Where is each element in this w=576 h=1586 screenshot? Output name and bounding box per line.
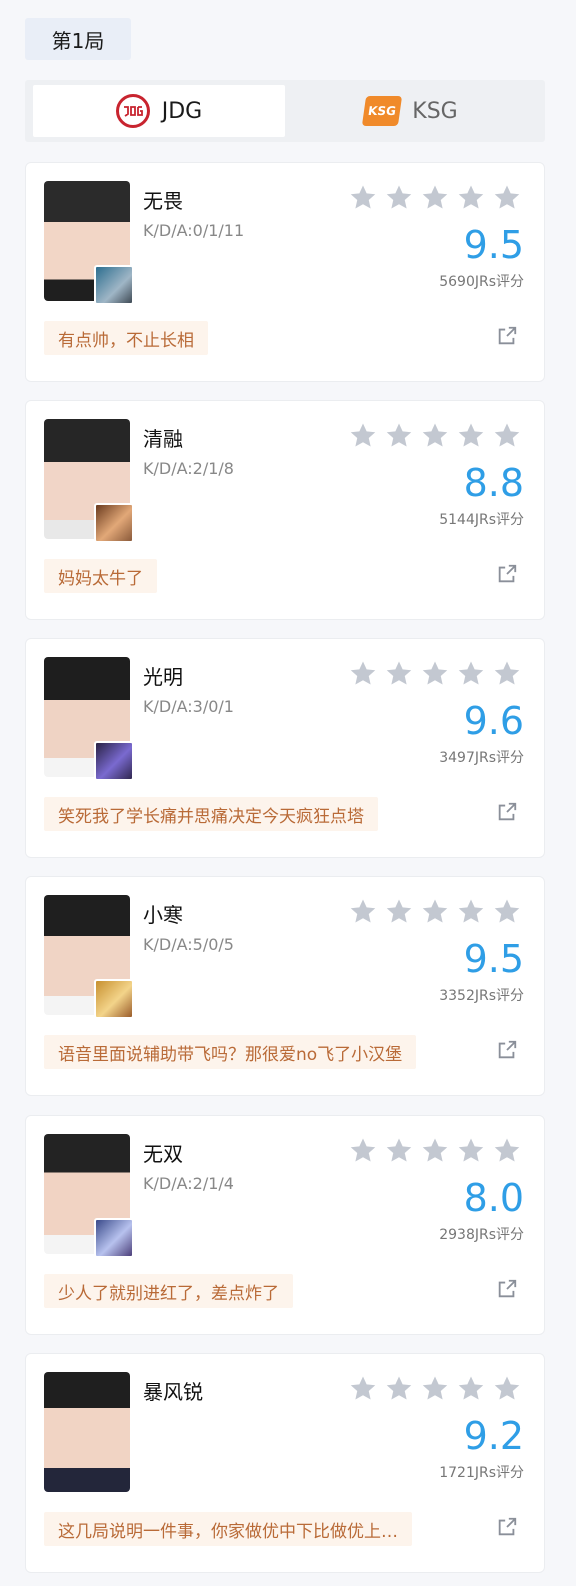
rating-stars[interactable] bbox=[348, 183, 522, 213]
star-icon[interactable] bbox=[456, 659, 486, 689]
share-icon[interactable] bbox=[496, 1278, 518, 1300]
player-name: 暴风锐 bbox=[143, 1380, 203, 1404]
top-comment[interactable]: 有点帅，不止长相 bbox=[44, 321, 208, 355]
star-icon[interactable] bbox=[420, 183, 450, 213]
star-icon[interactable] bbox=[348, 183, 378, 213]
top-strip bbox=[0, 0, 576, 6]
player-card[interactable]: 无畏 K/D/A:0/1/11 9.5 5690JRs评分 有点帅，不止长相 bbox=[25, 162, 545, 382]
star-icon[interactable] bbox=[348, 1374, 378, 1404]
player-score: 8.0 bbox=[463, 1176, 524, 1220]
star-icon[interactable] bbox=[492, 1136, 522, 1166]
star-icon[interactable] bbox=[456, 1136, 486, 1166]
player-score: 9.2 bbox=[463, 1414, 524, 1458]
star-icon[interactable] bbox=[492, 897, 522, 927]
vote-count: 3497JRs评分 bbox=[439, 750, 524, 766]
star-icon[interactable] bbox=[348, 421, 378, 451]
vote-count: 1721JRs评分 bbox=[439, 1465, 524, 1481]
rating-stars[interactable] bbox=[348, 421, 522, 451]
vote-count: 3352JRs评分 bbox=[439, 988, 524, 1004]
team-name-jdg: JDG bbox=[161, 98, 203, 124]
hero-portrait-icon bbox=[94, 265, 134, 305]
star-icon[interactable] bbox=[456, 1374, 486, 1404]
player-name: 无双 bbox=[143, 1142, 183, 1166]
star-icon[interactable] bbox=[456, 183, 486, 213]
share-icon[interactable] bbox=[496, 1039, 518, 1061]
rating-stars[interactable] bbox=[348, 1136, 522, 1166]
share-icon[interactable] bbox=[496, 801, 518, 823]
player-score: 9.5 bbox=[463, 937, 524, 981]
star-icon[interactable] bbox=[348, 659, 378, 689]
vote-count: 5690JRs评分 bbox=[439, 274, 524, 290]
jdg-logo-mark bbox=[123, 106, 143, 117]
star-icon[interactable] bbox=[348, 897, 378, 927]
player-score: 9.5 bbox=[463, 223, 524, 267]
top-comment[interactable]: 妈妈太牛了 bbox=[44, 559, 157, 593]
star-icon[interactable] bbox=[456, 897, 486, 927]
star-icon[interactable] bbox=[384, 421, 414, 451]
player-name: 小寒 bbox=[143, 903, 183, 927]
player-kda: K/D/A:3/0/1 bbox=[143, 697, 234, 716]
share-icon[interactable] bbox=[496, 1516, 518, 1538]
star-icon[interactable] bbox=[456, 421, 486, 451]
top-comment[interactable]: 笑死我了学长痛并思痛决定今天疯狂点塔 bbox=[44, 797, 378, 831]
player-name: 光明 bbox=[143, 665, 183, 689]
star-icon[interactable] bbox=[384, 897, 414, 927]
player-score: 8.8 bbox=[463, 461, 524, 505]
top-comment[interactable]: 这几局说明一件事，你家做优中下比做优上… bbox=[44, 1512, 412, 1546]
share-icon[interactable] bbox=[496, 325, 518, 347]
star-icon[interactable] bbox=[492, 659, 522, 689]
player-avatar bbox=[44, 1372, 130, 1492]
star-icon[interactable] bbox=[384, 183, 414, 213]
player-card[interactable]: 无双 K/D/A:2/1/4 8.0 2938JRs评分 少人了就别进红了，差点… bbox=[25, 1115, 545, 1335]
hero-portrait-icon bbox=[94, 503, 134, 543]
star-icon[interactable] bbox=[384, 1136, 414, 1166]
top-comment[interactable]: 少人了就别进红了，差点炸了 bbox=[44, 1274, 293, 1308]
team-tabs: JDG KSG KSG bbox=[25, 80, 545, 142]
player-kda: K/D/A:5/0/5 bbox=[143, 935, 234, 954]
hero-portrait-icon bbox=[94, 741, 134, 781]
star-icon[interactable] bbox=[384, 1374, 414, 1404]
star-icon[interactable] bbox=[420, 897, 450, 927]
player-name: 清融 bbox=[143, 427, 183, 451]
tab-team-ksg[interactable]: KSG KSG bbox=[285, 85, 537, 137]
player-card[interactable]: 光明 K/D/A:3/0/1 9.6 3497JRs评分 笑死我了学长痛并思痛决… bbox=[25, 638, 545, 858]
star-icon[interactable] bbox=[492, 421, 522, 451]
tab-team-jdg[interactable]: JDG bbox=[33, 85, 285, 137]
player-name: 无畏 bbox=[143, 189, 183, 213]
hero-portrait-icon bbox=[94, 979, 134, 1019]
jdg-logo-icon bbox=[115, 94, 150, 128]
share-icon[interactable] bbox=[496, 563, 518, 585]
player-score: 9.6 bbox=[463, 699, 524, 743]
top-comment[interactable]: 语音里面说辅助带飞吗？那很爱no飞了小汉堡 bbox=[44, 1035, 417, 1069]
rating-stars[interactable] bbox=[348, 659, 522, 689]
round-label[interactable]: 第1局 bbox=[25, 18, 131, 60]
star-icon[interactable] bbox=[384, 659, 414, 689]
vote-count: 2938JRs评分 bbox=[439, 1227, 524, 1243]
star-icon[interactable] bbox=[492, 1374, 522, 1404]
star-icon[interactable] bbox=[420, 1374, 450, 1404]
star-icon[interactable] bbox=[492, 183, 522, 213]
player-card[interactable]: 清融 K/D/A:2/1/8 8.8 5144JRs评分 妈妈太牛了 bbox=[25, 400, 545, 620]
star-icon[interactable] bbox=[420, 1136, 450, 1166]
ksg-logo-icon: KSG bbox=[362, 96, 403, 126]
team-name-ksg: KSG bbox=[412, 98, 458, 124]
player-card[interactable]: 暴风锐 9.2 1721JRs评分 这几局说明一件事，你家做优中下比做优上… bbox=[25, 1353, 545, 1573]
rating-stars[interactable] bbox=[348, 1374, 522, 1404]
vote-count: 5144JRs评分 bbox=[439, 512, 524, 528]
star-icon[interactable] bbox=[420, 659, 450, 689]
star-icon[interactable] bbox=[420, 421, 450, 451]
player-kda: K/D/A:2/1/4 bbox=[143, 1174, 234, 1193]
player-kda: K/D/A:2/1/8 bbox=[143, 459, 234, 478]
hero-portrait-icon bbox=[94, 1218, 134, 1258]
star-icon[interactable] bbox=[348, 1136, 378, 1166]
rating-stars[interactable] bbox=[348, 897, 522, 927]
player-kda: K/D/A:0/1/11 bbox=[143, 221, 245, 240]
player-card[interactable]: 小寒 K/D/A:5/0/5 9.5 3352JRs评分 语音里面说辅助带飞吗？… bbox=[25, 876, 545, 1096]
